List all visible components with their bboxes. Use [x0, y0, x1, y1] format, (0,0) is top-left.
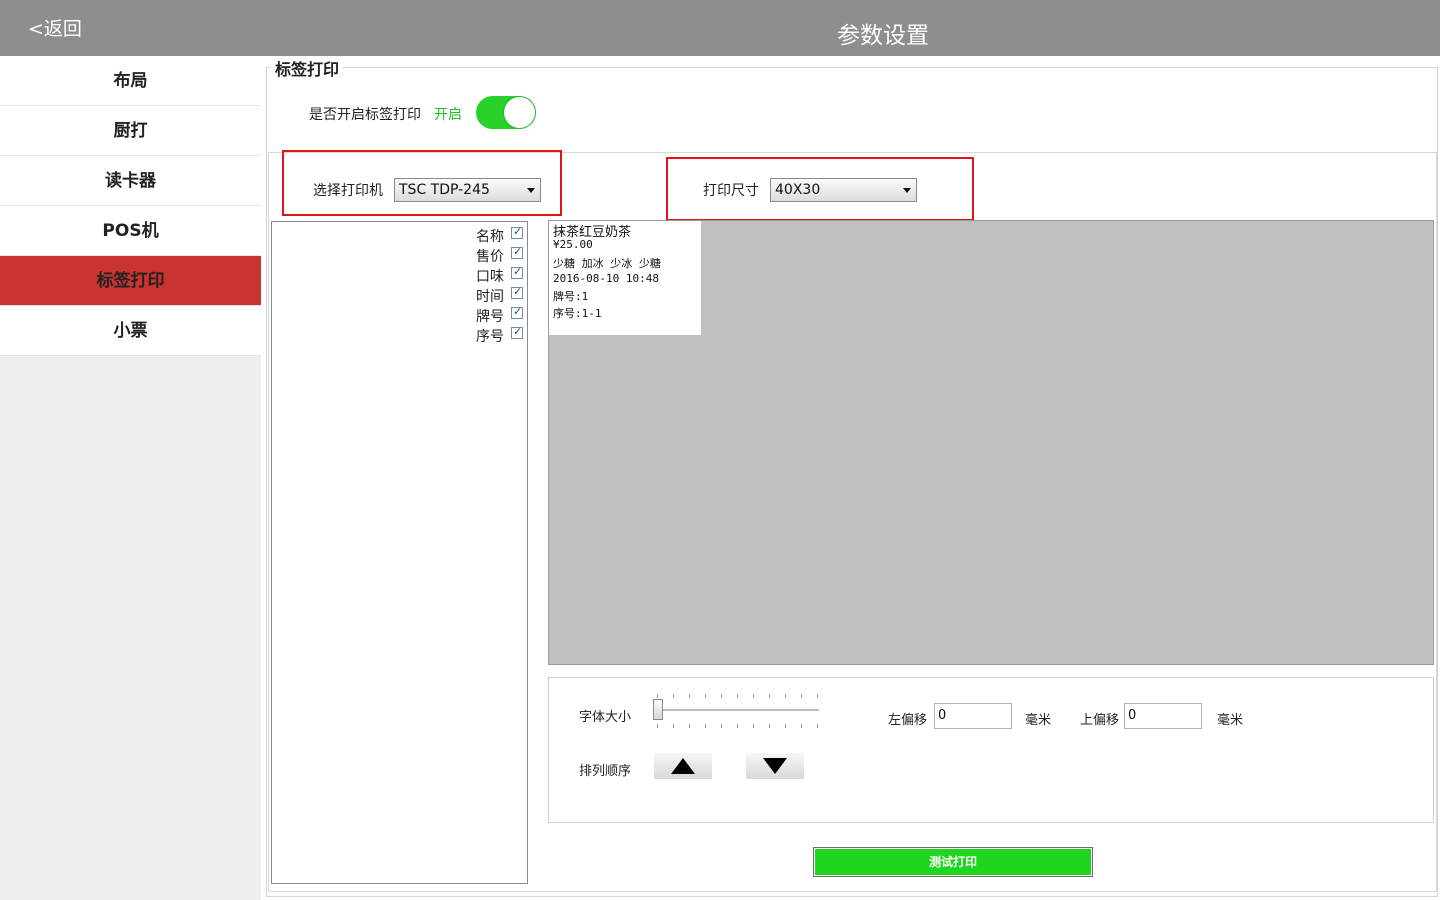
- arrow-up-icon: [671, 758, 695, 774]
- check-icon: ✓: [513, 225, 523, 238]
- sort-order-label: 排列顺序: [579, 764, 632, 779]
- left-offset-input[interactable]: 0: [934, 703, 1012, 729]
- check-icon: ✓: [513, 325, 523, 338]
- list-item: 名称 ✓: [272, 224, 526, 245]
- printer-select[interactable]: TSC TDP-245: [394, 178, 541, 202]
- chevron-down-icon: [903, 188, 911, 193]
- check-icon: ✓: [513, 265, 523, 278]
- chevron-down-icon: [527, 188, 535, 193]
- field-checkbox[interactable]: ✓: [511, 225, 523, 239]
- check-icon: ✓: [513, 285, 523, 298]
- field-checkbox[interactable]: ✓: [511, 285, 523, 299]
- list-item: 口味 ✓: [272, 264, 526, 285]
- field-name: 口味: [476, 269, 504, 285]
- field-name: 序号: [476, 329, 504, 345]
- font-size-label: 字体大小: [579, 710, 632, 725]
- fields-list: 名称 ✓ 售价 ✓ 口味 ✓ 时间 ✓ 牌号 ✓ 序号 ✓: [271, 221, 528, 884]
- top-offset-unit: 毫米: [1217, 713, 1244, 728]
- preview-serial: 序号:1-1: [553, 307, 602, 320]
- test-print-button[interactable]: 测试打印: [813, 847, 1093, 877]
- list-item: 售价 ✓: [272, 244, 526, 265]
- field-name: 时间: [476, 289, 504, 305]
- move-down-button[interactable]: [746, 753, 804, 779]
- sidebar-item-card-reader[interactable]: 读卡器: [0, 156, 261, 206]
- print-size-select-value: 40X30: [775, 182, 821, 198]
- toggle-knob: [504, 97, 535, 128]
- toggle-status-text: 开启: [434, 107, 462, 123]
- print-size-select[interactable]: 40X30: [770, 178, 917, 202]
- print-size-label: 打印尺寸: [703, 183, 759, 199]
- move-up-button[interactable]: [654, 753, 712, 779]
- enable-label-print-label: 是否开启标签打印: [309, 107, 421, 123]
- top-offset-input[interactable]: 0: [1124, 703, 1202, 729]
- printer-select-value: TSC TDP-245: [399, 182, 490, 198]
- list-item: 牌号 ✓: [272, 304, 526, 325]
- field-name: 售价: [476, 249, 504, 265]
- font-size-slider[interactable]: [655, 709, 819, 711]
- list-item: 序号 ✓: [272, 324, 526, 345]
- sidebar-item-pos[interactable]: POS机: [0, 206, 261, 256]
- sidebar-item-label-print[interactable]: 标签打印: [0, 256, 261, 306]
- arrow-down-icon: [763, 758, 787, 774]
- preview-time: 2016-08-10 10:48: [553, 272, 659, 285]
- top-offset-label: 上偏移: [1080, 713, 1120, 728]
- check-icon: ✓: [513, 245, 523, 258]
- section-title: 标签打印: [271, 56, 344, 80]
- sidebar-item-layout[interactable]: 布局: [0, 56, 261, 106]
- field-name: 牌号: [476, 309, 504, 325]
- sidebar-item-kitchen-print[interactable]: 厨打: [0, 106, 261, 156]
- field-checkbox[interactable]: ✓: [511, 305, 523, 319]
- list-item: 时间 ✓: [272, 284, 526, 305]
- field-checkbox[interactable]: ✓: [511, 325, 523, 339]
- field-checkbox[interactable]: ✓: [511, 245, 523, 259]
- sidebar-item-receipt[interactable]: 小票: [0, 306, 261, 356]
- preview-price: ¥25.00: [553, 238, 593, 251]
- left-offset-unit: 毫米: [1025, 713, 1052, 728]
- label-preview-card: 抹茶红豆奶茶 ¥25.00 少糖 加冰 少冰 少糖 2016-08-10 10:…: [549, 221, 701, 335]
- sidebar: 布局 厨打 读卡器 POS机 标签打印 小票: [0, 56, 261, 900]
- preview-number: 牌号:1: [553, 290, 589, 303]
- test-print-button-label: 测试打印: [815, 849, 1091, 875]
- font-size-slider-thumb[interactable]: [653, 699, 663, 720]
- font-size-slider-ticks: [657, 694, 818, 728]
- left-offset-label: 左偏移: [888, 713, 928, 728]
- top-bar: <返回 参数设置: [0, 0, 1440, 56]
- field-name: 名称: [476, 229, 504, 245]
- printer-label: 选择打印机: [313, 183, 383, 199]
- page-title: 参数设置: [837, 23, 929, 49]
- preview-taste: 少糖 加冰 少冰 少糖: [553, 257, 661, 270]
- check-icon: ✓: [513, 305, 523, 318]
- field-checkbox[interactable]: ✓: [511, 265, 523, 279]
- enable-label-print-toggle[interactable]: [476, 96, 536, 129]
